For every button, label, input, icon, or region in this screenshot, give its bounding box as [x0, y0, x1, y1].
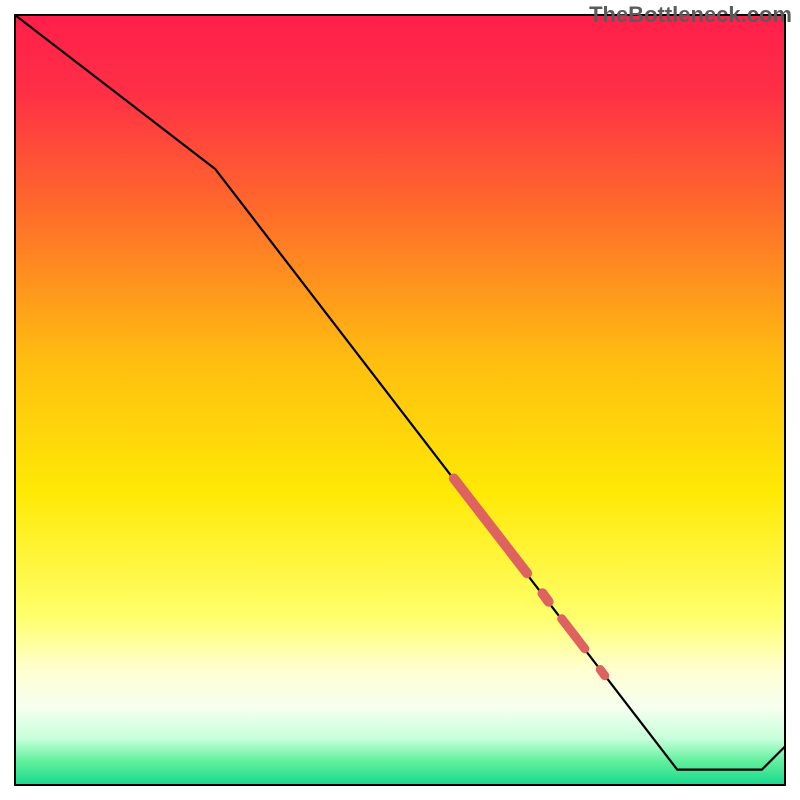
chart-container: TheBottleneck.com [0, 0, 800, 800]
watermark-label: TheBottleneck.com [589, 2, 792, 28]
chart-svg [0, 0, 800, 800]
chart-background-gradient [15, 15, 785, 785]
